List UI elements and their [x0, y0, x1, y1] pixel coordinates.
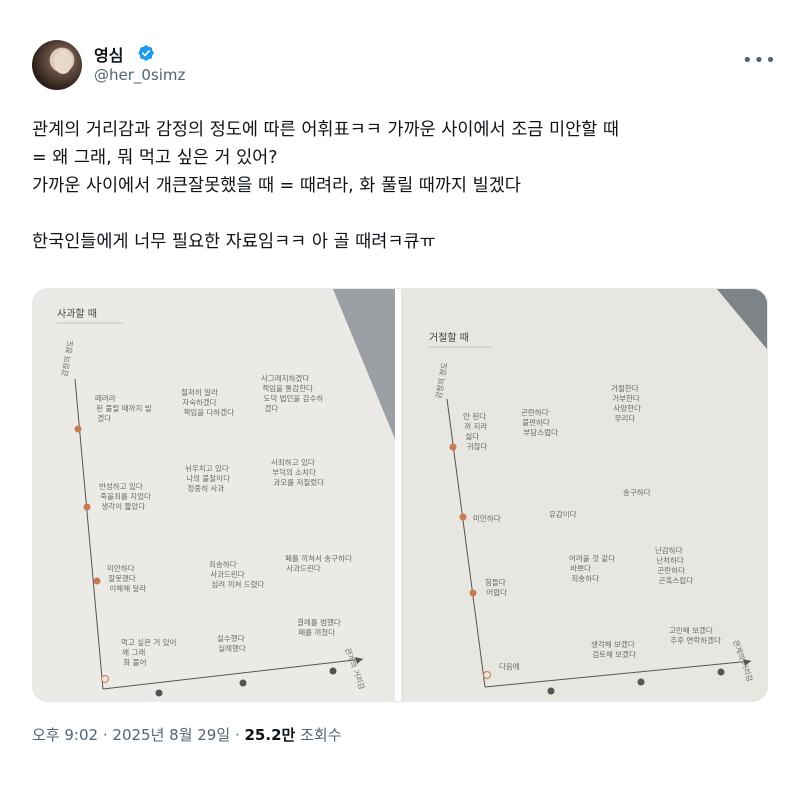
tweet-media[interactable]: 사과할 때 감정의 정도 관계의 거리감 때려라 된 풀릴 때까지 빌 겠다 철저히 … — [32, 288, 768, 702]
cell-text: 어려울 것 같다 — [569, 553, 615, 563]
cell-text: 먹고 싶은 거 있어 — [121, 637, 176, 647]
cell-text: 무리다 — [615, 414, 636, 423]
cell-text: 사과드린다 — [286, 563, 321, 573]
cell-text: 과오를 저질렀다 — [273, 478, 324, 487]
cell-text: 힘들다 — [485, 577, 506, 587]
cell-text: 검토해 보겠다 — [592, 649, 636, 659]
cell-text: 싫다 — [465, 431, 479, 441]
cell-text: 죽을죄를 지었다 — [100, 492, 151, 501]
cell-text: 잘못했다 — [108, 573, 136, 583]
cell-text: 된 풀릴 때까지 빌 — [96, 403, 152, 413]
cell-text: 유감이다 — [549, 509, 577, 519]
cell-text: 곤란하다 — [657, 565, 685, 575]
photo-apology-chart[interactable]: 사과할 때 감정의 정도 관계의 거리감 때려라 된 풀릴 때까지 빌 겠다 철저히 … — [33, 289, 395, 701]
cell-text: 추후 연락하겠다 — [670, 635, 721, 645]
cell-text: 곤란하다 — [521, 407, 549, 417]
cell-text: 사양한다 — [613, 404, 641, 413]
post-time[interactable]: 오후 9:02 — [32, 726, 98, 744]
cell-text: 실례했다 — [218, 643, 246, 653]
cell-text: 어렵다 — [486, 587, 507, 597]
cell-text: 송구하다 — [623, 487, 651, 497]
cell-text: 나의 불찰이다 — [186, 473, 230, 483]
cell-text: 폐를 끼쳤다 — [298, 627, 335, 637]
book-page-right: 거절할 때 감정의 정도 관계의 거리감 안 된다꺼 지라싫다귀찮다곤란하다불편… — [401, 289, 767, 701]
tweet-text: 관계의 거리감과 감정의 정도에 따른 어휘표ㅋㅋ 가까운 사이에서 조금 미안… — [32, 120, 619, 252]
verified-badge-icon — [138, 45, 154, 61]
cell-text: 도덕 법인을 감수하 — [263, 393, 323, 403]
cell-text: 정중히 사과 — [187, 483, 224, 493]
avatar[interactable] — [32, 40, 82, 90]
view-count-label: 조회수 — [300, 726, 342, 744]
page-title-right: 거절할 때 — [429, 331, 469, 344]
cell-text: 책임을 다하겠다 — [183, 407, 234, 417]
cell-text: 심려 끼쳐 드렸다 — [211, 579, 264, 589]
cell-text: 폐를 끼쳐서 송구하다 — [285, 553, 352, 563]
cell-text: 거부한다 — [612, 394, 640, 403]
cell-text: 고민해 보겠다 — [669, 625, 713, 635]
more-options-icon[interactable]: ••• — [742, 50, 777, 71]
cell-text: 난감하다 — [655, 545, 683, 555]
cell-text: 귀찮다 — [467, 441, 488, 451]
book-page-left: 사과할 때 감정의 정도 관계의 거리감 때려라된 풀릴 때까지 빌겠다철저히 … — [33, 289, 395, 701]
cell-text: 부덕의 소치다 — [272, 467, 316, 477]
cell-text: 실수했다 — [217, 633, 245, 643]
cell-text: 자숙하겠다 — [182, 397, 217, 407]
cell-text: 사그래지하겠다 — [261, 373, 309, 383]
page-title-left: 사과할 때 — [57, 308, 97, 320]
cell-text: 부담스럽다 — [523, 427, 558, 437]
tweet-meta: 오후 9:02 · 2025년 8월 29일 · 25.2만 조회수 — [32, 726, 342, 744]
cell-text: 사죄하고 있다 — [271, 457, 315, 467]
photo-refusal-chart[interactable]: 거절할 때 감정의 정도 관계의 거리감 안 된다 꺼 지라 싫다 귀찮다 곤란하다 불편… — [401, 289, 767, 701]
cell-text: 화 풀어 — [123, 657, 146, 667]
cell-text: 생각해 보겠다 — [591, 639, 635, 649]
cell-text: 겠다 — [265, 403, 279, 413]
cell-text: 왜 그래 — [122, 648, 145, 657]
cell-text: 때려라 — [95, 393, 116, 403]
cell-text: 곤혹스럽다 — [659, 575, 694, 585]
cell-text: 안 된다 — [463, 411, 486, 421]
cell-text: 거절한다 — [611, 384, 639, 393]
cell-text: 미안하다 — [473, 513, 501, 523]
cell-text: 바쁘다 — [570, 563, 591, 573]
cell-text: 겠다 — [97, 413, 111, 423]
display-name[interactable]: 영심 — [94, 42, 123, 66]
cell-text: 책임을 통감한다 — [262, 383, 313, 393]
cell-text: 다음에 — [499, 662, 520, 671]
cell-text: 죄송하다 — [209, 559, 237, 569]
cell-text: 철저히 알라 — [181, 387, 218, 397]
cell-text: 죄송하다 — [571, 573, 599, 583]
cell-text: 꺼 지라 — [464, 422, 487, 431]
cell-text: 뉘우치고 있다 — [185, 463, 229, 473]
cell-text: 불편하다 — [522, 417, 550, 427]
cell-text: 사과드린다 — [210, 569, 245, 579]
cell-text: 난처하다 — [656, 555, 684, 565]
cell-text: 생각이 짧았다 — [101, 501, 145, 511]
user-handle[interactable]: @her_0simz — [94, 66, 185, 84]
cell-text: 반성하고 있다 — [99, 481, 143, 491]
post-date[interactable]: 2025년 8월 29일 — [112, 726, 230, 744]
cell-text: 이해해 달라 — [109, 583, 146, 593]
cell-text: 결례를 범했다 — [297, 617, 341, 627]
cell-text: 미안하다 — [107, 563, 135, 573]
view-count: 25.2만 — [244, 726, 296, 744]
